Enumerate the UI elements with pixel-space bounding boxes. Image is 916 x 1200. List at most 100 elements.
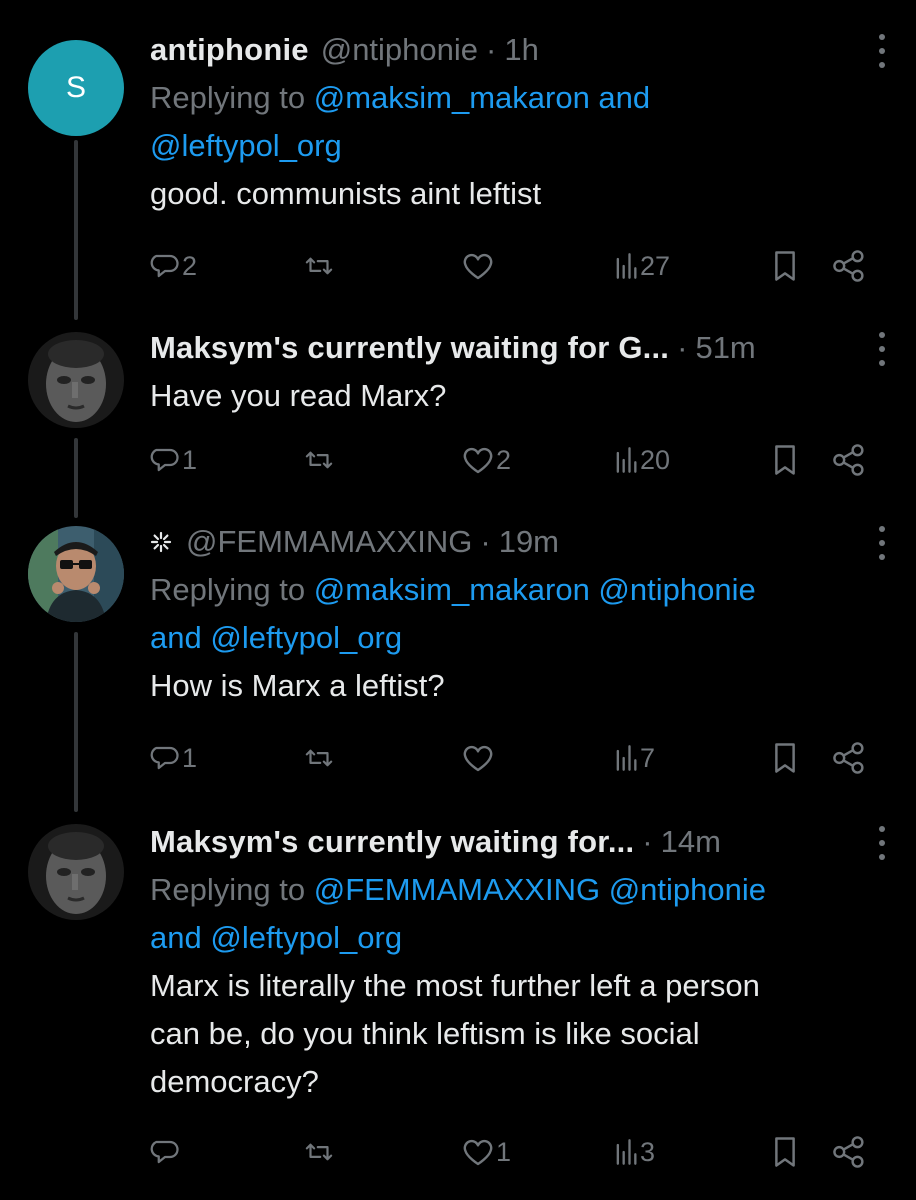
more-vertical-icon[interactable]: [872, 526, 892, 560]
share-button[interactable]: [832, 1132, 866, 1172]
retweet-icon: [305, 257, 333, 275]
reply-button[interactable]: 1: [150, 440, 197, 480]
views-button[interactable]: 20: [614, 440, 670, 480]
share-icon: [833, 250, 864, 282]
mention-link[interactable]: @leftypol_org: [210, 920, 402, 955]
tweet-actions: 1 3: [0, 1132, 916, 1172]
tweet-text-line: Marx is literally the most further left …: [150, 968, 760, 1003]
reply-button[interactable]: [150, 1132, 182, 1172]
retweet-button[interactable]: [302, 440, 336, 480]
tweet-text: How is Marx a leftist?: [150, 668, 445, 703]
retweet-button[interactable]: [302, 246, 336, 286]
display-name[interactable]: @FEMMAMAXXING: [186, 524, 472, 560]
reply-icon: [150, 1140, 179, 1164]
tweet-header: @FEMMAMAXXING · 19m: [150, 518, 886, 566]
more-vertical-icon[interactable]: [872, 34, 892, 68]
views-chart-icon: [616, 447, 637, 473]
views-button[interactable]: 7: [614, 738, 655, 778]
like-button[interactable]: [462, 738, 494, 778]
heart-icon: [463, 1139, 493, 1166]
bookmark-icon: [775, 743, 795, 773]
tweet-actions: 1 7: [0, 738, 916, 778]
replying-to: Replying to @maksim_makaron and: [150, 80, 651, 115]
reply-count: 2: [182, 250, 198, 281]
tweet-actions: 2 27: [0, 246, 916, 286]
retweet-button[interactable]: [302, 1132, 336, 1172]
bookmark-button[interactable]: [772, 440, 798, 480]
like-button[interactable]: 1: [462, 1132, 511, 1172]
view-count: 7: [640, 742, 656, 773]
share-button[interactable]: [832, 738, 866, 778]
bookmark-button[interactable]: [772, 1132, 798, 1172]
retweet-button[interactable]: [302, 738, 336, 778]
sparkle-badge-icon: [150, 531, 172, 553]
tweet-text-line: democracy?: [150, 1064, 319, 1099]
bookmark-icon: [775, 251, 795, 281]
thread-line-1: [74, 140, 78, 320]
avatar-letter: S: [65, 71, 86, 104]
like-count: 2: [496, 444, 512, 475]
views-button[interactable]: 27: [614, 246, 670, 286]
replying-to-cont: and @leftypol_org: [150, 920, 403, 955]
mention-link[interactable]: @leftypol_org: [210, 620, 402, 655]
tweet-text-line: can be, do you think leftism is like soc…: [150, 1016, 700, 1051]
more-vertical-icon[interactable]: [872, 332, 892, 366]
bookmark-button[interactable]: [772, 246, 798, 286]
share-button[interactable]: [832, 440, 866, 480]
mention-link[interactable]: @FEMMAMAXXING @ntiphonie: [314, 872, 766, 907]
like-button[interactable]: 2: [462, 440, 511, 480]
tweet-text: good. communists aint leftist: [150, 176, 542, 211]
replying-to-cont: @leftypol_org: [150, 122, 886, 170]
retweet-icon: [305, 451, 333, 469]
heart-icon: [463, 253, 493, 280]
tweet-text: Have you read Marx?: [150, 378, 447, 413]
timestamp[interactable]: 51m: [695, 330, 755, 366]
views-button[interactable]: 3: [614, 1132, 655, 1172]
replying-to: Replying to @FEMMAMAXXING @ntiphonie: [150, 872, 767, 907]
views-chart-icon: [616, 1139, 637, 1165]
replying-to-cont: and @leftypol_org: [150, 620, 403, 655]
display-name[interactable]: Maksym's currently waiting for G...: [150, 330, 669, 366]
retweet-icon: [305, 749, 333, 767]
timestamp[interactable]: 14m: [661, 824, 721, 860]
tweet-header: Maksym's currently waiting for... · 14m: [150, 818, 886, 866]
bookmark-button[interactable]: [772, 738, 798, 778]
mention-link[interactable]: @maksim_makaron @ntiphonie: [314, 572, 756, 607]
separator-dot: ·: [642, 824, 653, 859]
view-count: 20: [640, 444, 671, 475]
tweet-header: Maksym's currently waiting for G... · 51…: [150, 324, 886, 372]
views-chart-icon: [616, 253, 637, 279]
bookmark-icon: [775, 1137, 795, 1167]
more-vertical-icon[interactable]: [872, 826, 892, 860]
reply-button[interactable]: 2: [150, 246, 197, 286]
reply-icon: [150, 254, 179, 278]
retweet-icon: [305, 1143, 333, 1161]
timestamp[interactable]: 19m: [499, 524, 559, 560]
share-icon: [833, 444, 864, 476]
avatar[interactable]: S: [28, 40, 124, 136]
view-count: 3: [640, 1136, 656, 1167]
heart-icon: [463, 447, 493, 474]
share-icon: [833, 1136, 864, 1168]
share-button[interactable]: [832, 246, 866, 286]
avatar[interactable]: [28, 824, 124, 920]
like-button[interactable]: [462, 246, 494, 286]
avatar[interactable]: [28, 332, 124, 428]
heart-icon: [463, 745, 493, 772]
view-count: 27: [640, 250, 671, 281]
mention-link[interactable]: @maksim_makaron and: [314, 80, 650, 115]
reply-count: 1: [182, 444, 198, 475]
reply-button[interactable]: 1: [150, 738, 197, 778]
display-name[interactable]: antiphonie: [150, 32, 309, 68]
bookmark-icon: [775, 445, 795, 475]
avatar[interactable]: [28, 526, 124, 622]
display-name[interactable]: Maksym's currently waiting for...: [150, 824, 634, 860]
timestamp[interactable]: 1h: [504, 32, 538, 68]
thread-line-3: [74, 632, 78, 812]
reply-icon: [150, 746, 179, 770]
mention-link[interactable]: @leftypol_org: [150, 128, 342, 163]
share-icon: [833, 742, 864, 774]
user-handle[interactable]: @ntiphonie: [321, 32, 478, 68]
reply-count: 1: [182, 742, 198, 773]
separator-dot: ·: [486, 32, 497, 67]
